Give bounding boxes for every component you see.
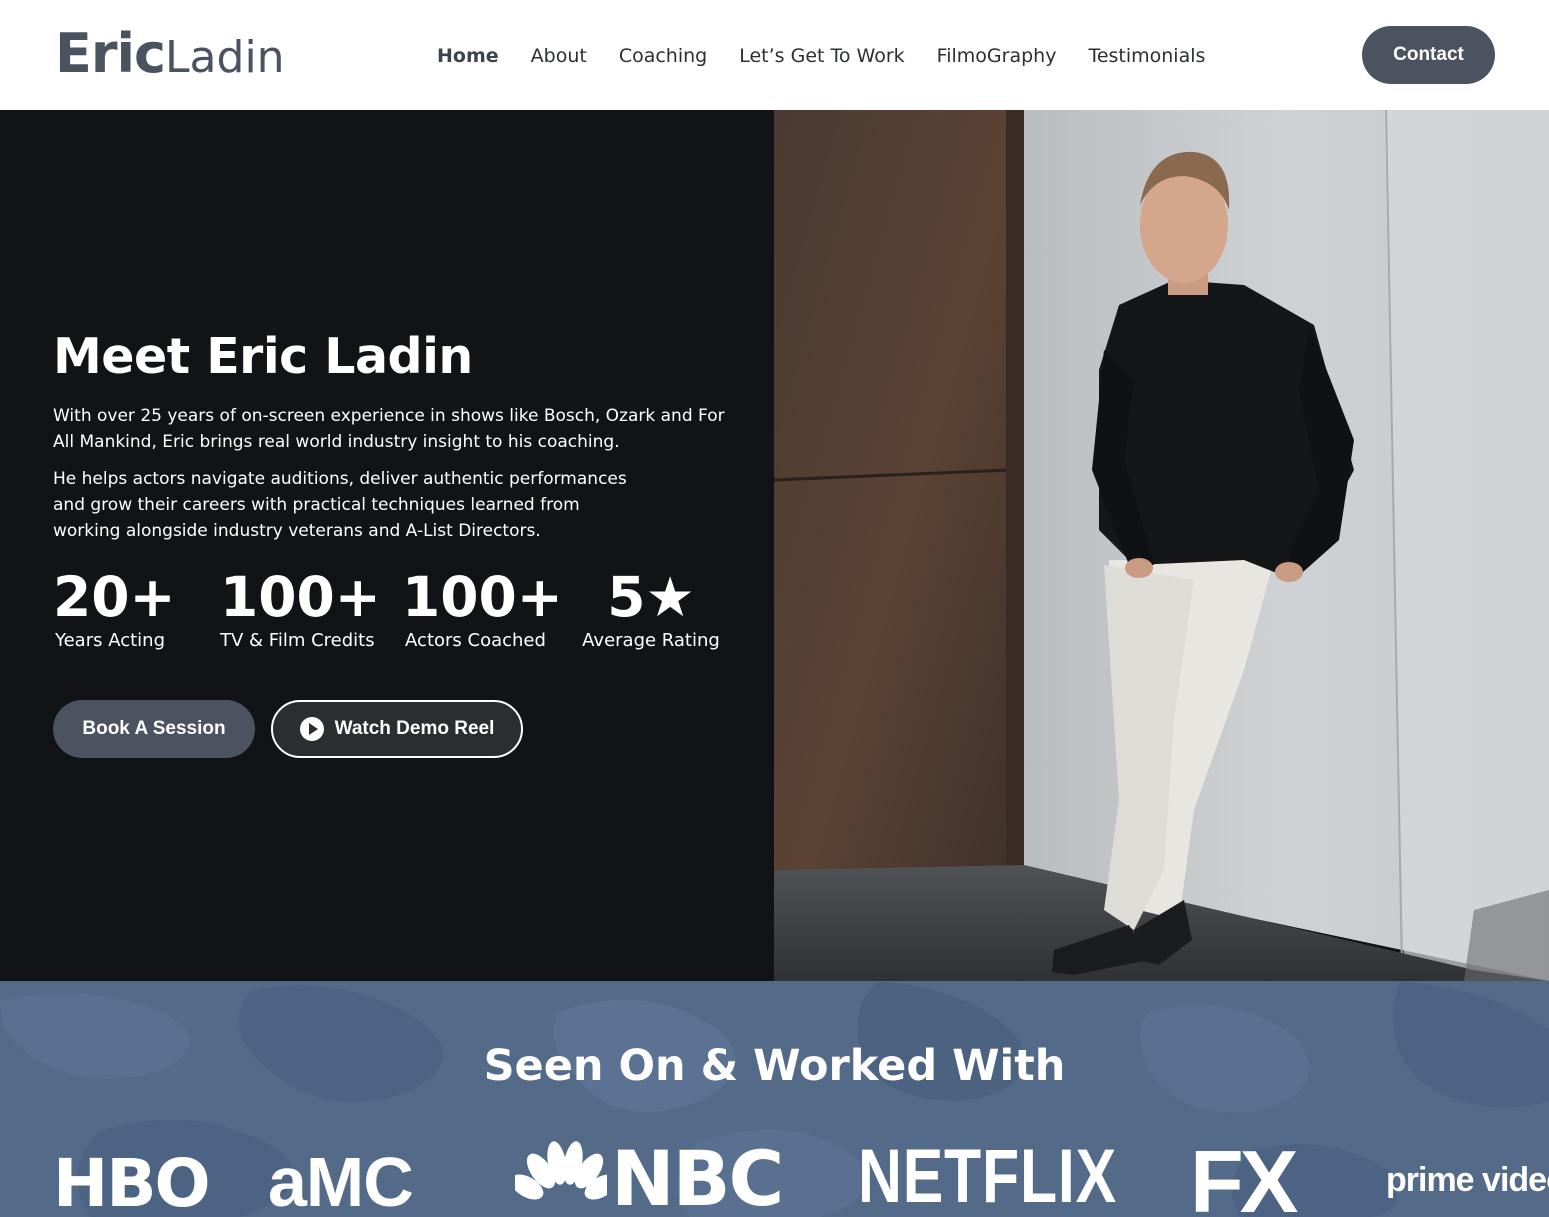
prime-video-logo: prime video <box>1386 1161 1549 1199</box>
contact-button[interactable]: Contact <box>1362 26 1495 84</box>
hero-title: Meet Eric Ladin <box>53 328 473 385</box>
logo-first-name: Eric <box>55 22 166 85</box>
seen-on-section: Seen On & Worked With HBO aMC NBC NETFLI… <box>0 981 1549 1217</box>
nav-home[interactable]: Home <box>437 45 499 67</box>
seen-on-title: Seen On & Worked With <box>483 1041 1066 1091</box>
peacock-icon <box>515 1141 607 1200</box>
logo-last-name: Ladin <box>165 32 285 83</box>
nav-testimonials[interactable]: Testimonials <box>1088 45 1205 67</box>
nbc-logo: NBC <box>515 1134 784 1217</box>
stat-credits: 100+ TV & Film Credits <box>220 565 381 653</box>
stat-actors-coached: 100+ Actors Coached <box>402 565 563 653</box>
nav-lets-get-to-work[interactable]: Let’s Get To Work <box>739 45 904 67</box>
portrait-photo <box>774 110 1549 981</box>
nav-coaching[interactable]: Coaching <box>619 45 707 67</box>
site-header: EricLadin Home About Coaching Let’s Get … <box>0 0 1549 110</box>
stat-value: 100+ <box>402 565 563 629</box>
watch-demo-reel-button[interactable]: Watch Demo Reel <box>271 700 523 758</box>
stat-value: 5★ <box>607 565 695 629</box>
nav-about[interactable]: About <box>531 45 587 67</box>
play-circle-icon <box>299 717 324 741</box>
stat-value: 100+ <box>220 565 381 629</box>
stat-years-acting: 20+ Years Acting <box>53 565 176 653</box>
nbc-wordmark: NBC <box>611 1134 784 1217</box>
stat-label: Years Acting <box>55 630 165 651</box>
stat-average-rating: 5★ Average Rating <box>581 565 721 653</box>
stat-label: Actors Coached <box>405 630 546 651</box>
fx-logo: FX <box>1190 1132 1298 1217</box>
hero-text-panel: Meet Eric Ladin With over 25 years of on… <box>0 110 774 981</box>
netflix-logo: NETFLIX <box>858 1134 1117 1217</box>
watch-demo-reel-label: Watch Demo Reel <box>334 718 495 739</box>
book-session-button[interactable]: Book A Session <box>53 700 255 758</box>
hero-paragraph-2: He helps actors navigate auditions, deli… <box>53 469 627 541</box>
site-logo[interactable]: EricLadin <box>55 22 285 86</box>
main-nav: Home About Coaching Let’s Get To Work Fi… <box>437 40 1237 72</box>
hero-paragraph-1: With over 25 years of on-screen experien… <box>53 406 725 452</box>
stat-label: TV & Film Credits <box>220 630 375 651</box>
stat-value: 20+ <box>53 565 176 629</box>
stat-label: Average Rating <box>582 630 720 651</box>
hbo-logo: HBO <box>53 1145 211 1217</box>
hero-section: Meet Eric Ladin With over 25 years of on… <box>0 110 1549 981</box>
nav-filmography[interactable]: FilmoGraphy <box>937 45 1057 67</box>
amc-logo: aMC <box>268 1143 414 1217</box>
